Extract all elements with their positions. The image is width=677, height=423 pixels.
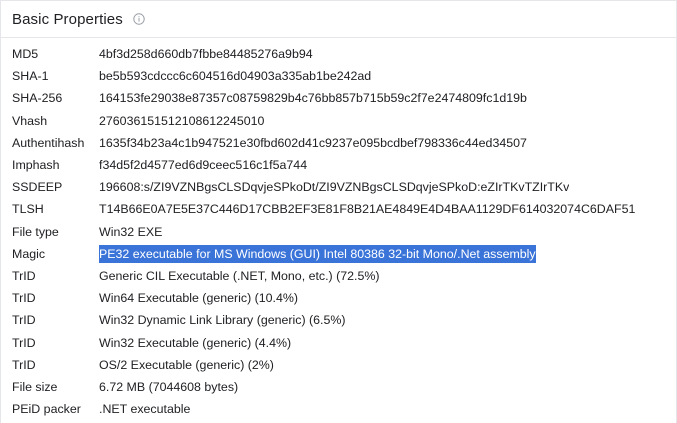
property-row-trid: TrID Win32 Executable (generic) (4.4%) (1, 331, 676, 353)
property-row-imphash: Imphash f34d5f2d4577ed6d9ceec516c1f5a744 (1, 154, 676, 176)
property-label: File size (12, 379, 58, 394)
property-label: TrID (12, 335, 36, 350)
property-label: MD5 (12, 47, 39, 62)
properties-list: MD5 4bf3d258d660db7fbbe84485276a9b94 SHA… (1, 43, 676, 420)
property-value[interactable]: T14B66E0A7E5E37C446D17CBB2EF3E81F8B21AE4… (99, 201, 635, 217)
property-row-sha1: SHA-1 be5b593cdccc6c604516d04903a335ab1b… (1, 65, 676, 87)
property-label: Magic (12, 246, 46, 261)
property-row-trid: TrID Generic CIL Executable (.NET, Mono,… (1, 265, 676, 287)
info-icon[interactable] (133, 13, 145, 25)
property-value-selected[interactable]: PE32 executable for MS Windows (GUI) Int… (99, 244, 536, 263)
property-label: TLSH (12, 202, 44, 217)
property-row-tlsh: TLSH T14B66E0A7E5E37C446D17CBB2EF3E81F8B… (1, 198, 676, 220)
property-label: TrID (12, 291, 36, 306)
property-row-trid: TrID OS/2 Executable (generic) (2%) (1, 354, 676, 376)
property-value[interactable]: be5b593cdccc6c604516d04903a335ab1be242ad (99, 68, 371, 84)
property-label: SHA-1 (12, 69, 49, 84)
property-row-peid-packer: PEiD packer .NET executable (1, 398, 676, 420)
property-label: SSDEEP (12, 180, 63, 195)
property-value[interactable]: 6.72 MB (7044608 bytes) (99, 379, 238, 395)
property-value[interactable]: Win32 Dynamic Link Library (generic) (6.… (99, 312, 346, 328)
property-label: PEiD packer (12, 402, 81, 417)
property-label: TrID (12, 313, 36, 328)
property-row-trid: TrID Win64 Executable (generic) (10.4%) (1, 287, 676, 309)
property-label: TrID (12, 357, 36, 372)
property-label: File type (12, 224, 59, 239)
property-row-md5: MD5 4bf3d258d660db7fbbe84485276a9b94 (1, 43, 676, 65)
property-label: Vhash (12, 113, 48, 128)
property-value[interactable]: Generic CIL Executable (.NET, Mono, etc.… (99, 268, 380, 284)
property-value[interactable]: 1635f34b23a4c1b947521e30fbd602d41c9237e0… (99, 135, 527, 151)
property-value[interactable]: Win32 EXE (99, 224, 162, 240)
property-value[interactable]: OS/2 Executable (generic) (2%) (99, 357, 274, 373)
panel-title: Basic Properties (12, 10, 123, 28)
property-value[interactable]: .NET executable (99, 401, 190, 417)
property-value[interactable]: Win64 Executable (generic) (10.4%) (99, 290, 298, 306)
property-value[interactable]: 196608:s/ZI9VZNBgsCLSDqvjeSPkoDt/ZI9VZNB… (99, 179, 569, 195)
property-row-vhash: Vhash 27603615151210861224501​0 (1, 110, 676, 132)
property-label: Imphash (12, 158, 60, 173)
property-label: SHA-256 (12, 91, 63, 106)
property-label: Authentihash (12, 135, 85, 150)
property-row-file-size: File size 6.72 MB (7044608 bytes) (1, 376, 676, 398)
property-value[interactable]: 27603615151210861224501​0 (99, 113, 264, 129)
property-row-sha256: SHA-256 164153fe29038e87357c08759829b4c7… (1, 87, 676, 109)
property-row-authentihash: Authentihash 1635f34b23a4c1b947521e30fbd… (1, 132, 676, 154)
property-row-magic: Magic PE32 executable for MS Windows (GU… (1, 243, 676, 265)
property-value[interactable]: f34d5f2d4577ed6d9ceec516c1f5a744 (99, 157, 307, 173)
property-row-trid: TrID Win32 Dynamic Link Library (generic… (1, 309, 676, 331)
property-row-file-type: File type Win32 EXE (1, 221, 676, 243)
panel-header: Basic Properties (1, 1, 676, 38)
property-label: TrID (12, 268, 36, 283)
property-value[interactable]: 164153fe29038e87357c08759829b4c76bb857b7… (99, 90, 527, 106)
property-value[interactable]: 4bf3d258d660db7fbbe84485276a9b94 (99, 46, 313, 62)
property-value[interactable]: Win32 Executable (generic) (4.4%) (99, 335, 291, 351)
basic-properties-panel: Basic Properties MD5 4bf3d258d660db7fbbe… (0, 0, 677, 423)
property-row-ssdeep: SSDEEP 196608:s/ZI9VZNBgsCLSDqvjeSPkoDt/… (1, 176, 676, 198)
